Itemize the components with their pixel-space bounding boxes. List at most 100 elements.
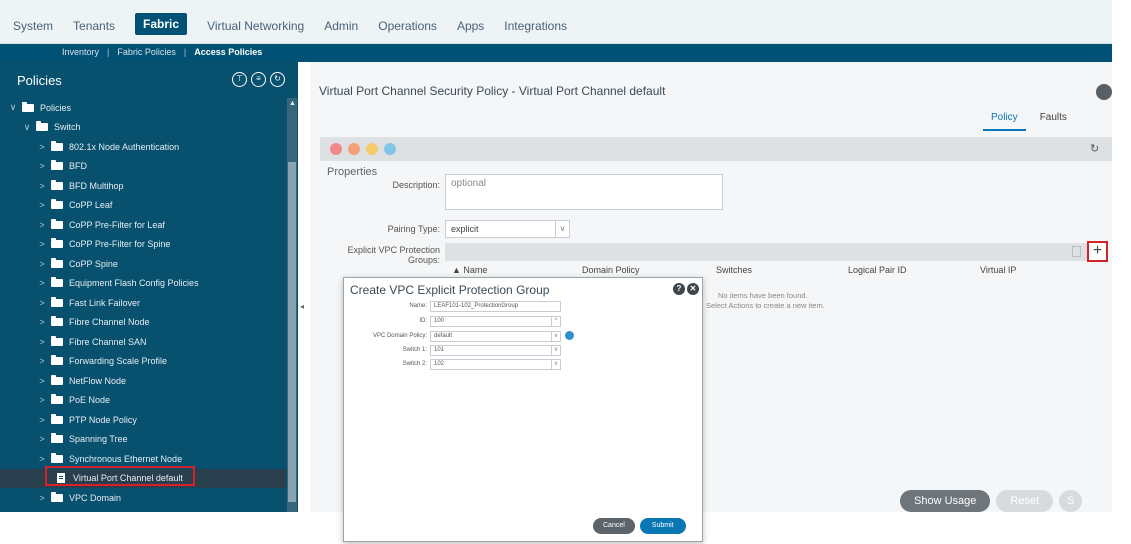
trash-icon[interactable] — [1072, 246, 1081, 257]
name-input[interactable]: LEAF101-102_ProtectionGroup — [430, 301, 561, 312]
scrollbar-thumb[interactable] — [288, 162, 296, 502]
settings-link-icon[interactable] — [565, 331, 574, 340]
switch2-select[interactable]: 102 ∨ — [430, 359, 561, 370]
column-logical-pair-id[interactable]: Logical Pair ID — [848, 265, 907, 275]
chevron-down-icon[interactable]: ∨ — [555, 221, 569, 237]
tree-item[interactable]: > BFD — [0, 157, 286, 177]
chevron-down-icon[interactable]: ∨ — [551, 332, 560, 341]
scroll-up-icon[interactable]: ▲ — [289, 100, 296, 107]
work-pane-tabs: Policy Faults — [983, 110, 1081, 131]
submit-button[interactable]: S — [1059, 490, 1083, 512]
chevron-right-icon[interactable]: > — [37, 317, 47, 327]
subnav-inventory[interactable]: Inventory — [62, 47, 99, 57]
chevron-down-icon[interactable]: ∨ — [551, 346, 560, 355]
footer-buttons: Show Usage Reset S — [900, 490, 1083, 512]
refresh-icon[interactable]: ↻ — [1090, 142, 1099, 155]
chevron-right-icon[interactable]: > — [37, 239, 47, 249]
chevron-right-icon[interactable]: > — [37, 298, 47, 308]
refresh-icon[interactable]: ↻ — [270, 72, 285, 87]
tree-item[interactable]: ∨ Policies — [0, 98, 286, 118]
tree-item[interactable]: ∨ Switch — [0, 118, 286, 138]
show-usage-button[interactable]: Show Usage — [900, 490, 991, 512]
chevron-right-icon[interactable]: > — [37, 356, 47, 366]
tree-item[interactable]: > Forwarding Scale Profile — [0, 352, 286, 372]
tree-item[interactable]: > Spanning Tree — [0, 430, 286, 450]
tab-policy[interactable]: Policy — [983, 110, 1026, 131]
list-icon[interactable]: ≡ — [251, 72, 266, 87]
top-tab-operations[interactable]: Operations — [378, 19, 437, 33]
chevron-right-icon[interactable]: > — [37, 454, 47, 464]
pane-splitter[interactable]: ◂ — [298, 62, 310, 512]
menu-circle-icon[interactable] — [1096, 84, 1112, 100]
switch1-select[interactable]: 101 ∨ — [430, 345, 561, 356]
chevron-right-icon[interactable]: > — [37, 200, 47, 210]
chevron-right-icon[interactable]: > — [37, 181, 47, 191]
chevron-right-icon[interactable]: > — [37, 259, 47, 269]
chevron-right-icon[interactable]: > — [37, 434, 47, 444]
collapse-arrow-icon[interactable]: ◂ — [300, 302, 304, 311]
sub-navigation: Inventory | Fabric Policies | Access Pol… — [0, 44, 1112, 62]
major-fault-icon[interactable] — [348, 143, 360, 155]
page-title: Virtual Port Channel Security Policy - V… — [319, 84, 666, 98]
tree-item[interactable]: > Equipment Flash Config Policies — [0, 274, 286, 294]
help-icon[interactable]: ? — [673, 283, 685, 295]
critical-fault-icon[interactable] — [330, 143, 342, 155]
tree-item[interactable]: > Fast Link Failover — [0, 293, 286, 313]
tree-item[interactable]: > CoPP Spine — [0, 254, 286, 274]
top-tab-system[interactable]: System — [13, 19, 53, 33]
vpc-domain-policy-select[interactable]: default ∨ — [430, 331, 561, 342]
chevron-right-icon[interactable]: > — [37, 395, 47, 405]
spinner-up-icon[interactable]: ^ — [551, 317, 560, 326]
chevron-right-icon[interactable]: > — [37, 161, 47, 171]
pairing-type-select[interactable]: explicit ∨ — [445, 220, 570, 238]
tab-faults[interactable]: Faults — [1032, 110, 1075, 131]
tree-item[interactable]: > VPC Domain — [0, 488, 286, 508]
chevron-right-icon[interactable]: > — [37, 220, 47, 230]
chevron-down-icon[interactable]: ∨ — [22, 122, 32, 133]
column-virtual-ip[interactable]: Virtual IP — [980, 265, 1016, 275]
tree-item[interactable]: > CoPP Pre-Filter for Leaf — [0, 215, 286, 235]
chevron-right-icon[interactable]: > — [37, 415, 47, 425]
add-group-button[interactable]: + — [1087, 241, 1108, 262]
tree-item[interactable]: > CoPP Leaf — [0, 196, 286, 216]
chevron-right-icon[interactable]: > — [37, 376, 47, 386]
chevron-right-icon[interactable]: > — [37, 278, 47, 288]
top-tab-tenants[interactable]: Tenants — [73, 19, 115, 33]
top-tab-admin[interactable]: Admin — [324, 19, 358, 33]
tree-scrollbar[interactable]: ▲ — [287, 98, 297, 512]
tree-item[interactable]: > PTP Node Policy — [0, 410, 286, 430]
folder-icon — [51, 199, 63, 210]
warning-fault-icon[interactable] — [384, 143, 396, 155]
tree-item[interactable]: > BFD Multihop — [0, 176, 286, 196]
tree-item[interactable]: > Fibre Channel SAN — [0, 332, 286, 352]
top-tab-apps[interactable]: Apps — [457, 19, 484, 33]
column-switches[interactable]: Switches — [716, 265, 752, 275]
subnav-access-policies[interactable]: Access Policies — [194, 47, 262, 57]
tree-item[interactable]: >802.1x Node Authentication — [0, 137, 286, 157]
tree-item[interactable]: > NetFlow Node — [0, 371, 286, 391]
subnav-fabric-policies[interactable]: Fabric Policies — [117, 47, 176, 57]
minor-fault-icon[interactable] — [366, 143, 378, 155]
column-domain-policy[interactable]: Domain Policy — [582, 265, 640, 275]
top-tab-virtual-networking[interactable]: Virtual Networking — [207, 19, 304, 33]
tag-icon[interactable]: ⊤ — [232, 72, 247, 87]
tree-item[interactable]: > CoPP Pre-Filter for Spine — [0, 235, 286, 255]
tree-item[interactable]: > PoE Node — [0, 391, 286, 411]
close-icon[interactable]: ✕ — [687, 283, 699, 295]
chevron-right-icon[interactable]: > — [37, 337, 47, 347]
description-input[interactable]: optional — [445, 174, 723, 210]
top-tab-integrations[interactable]: Integrations — [504, 19, 567, 33]
chevron-right-icon[interactable]: > — [37, 493, 47, 503]
chevron-down-icon[interactable]: ∨ — [8, 102, 18, 113]
chevron-right-icon[interactable]: > — [37, 142, 47, 152]
cancel-button[interactable]: Cancel — [593, 518, 635, 534]
column-name[interactable]: ▲ Name — [452, 265, 487, 275]
tree-item-label: Equipment Flash Config Policies — [69, 278, 199, 289]
reset-button[interactable]: Reset — [996, 490, 1054, 512]
tree-item-label: Fast Link Failover — [69, 297, 141, 308]
top-tab-fabric[interactable]: Fabric — [135, 13, 188, 35]
id-spinner[interactable]: 100 ^ — [430, 316, 561, 327]
submit-button[interactable]: Submit — [639, 518, 686, 534]
chevron-down-icon[interactable]: ∨ — [551, 360, 560, 369]
tree-item[interactable]: > Fibre Channel Node — [0, 313, 286, 333]
